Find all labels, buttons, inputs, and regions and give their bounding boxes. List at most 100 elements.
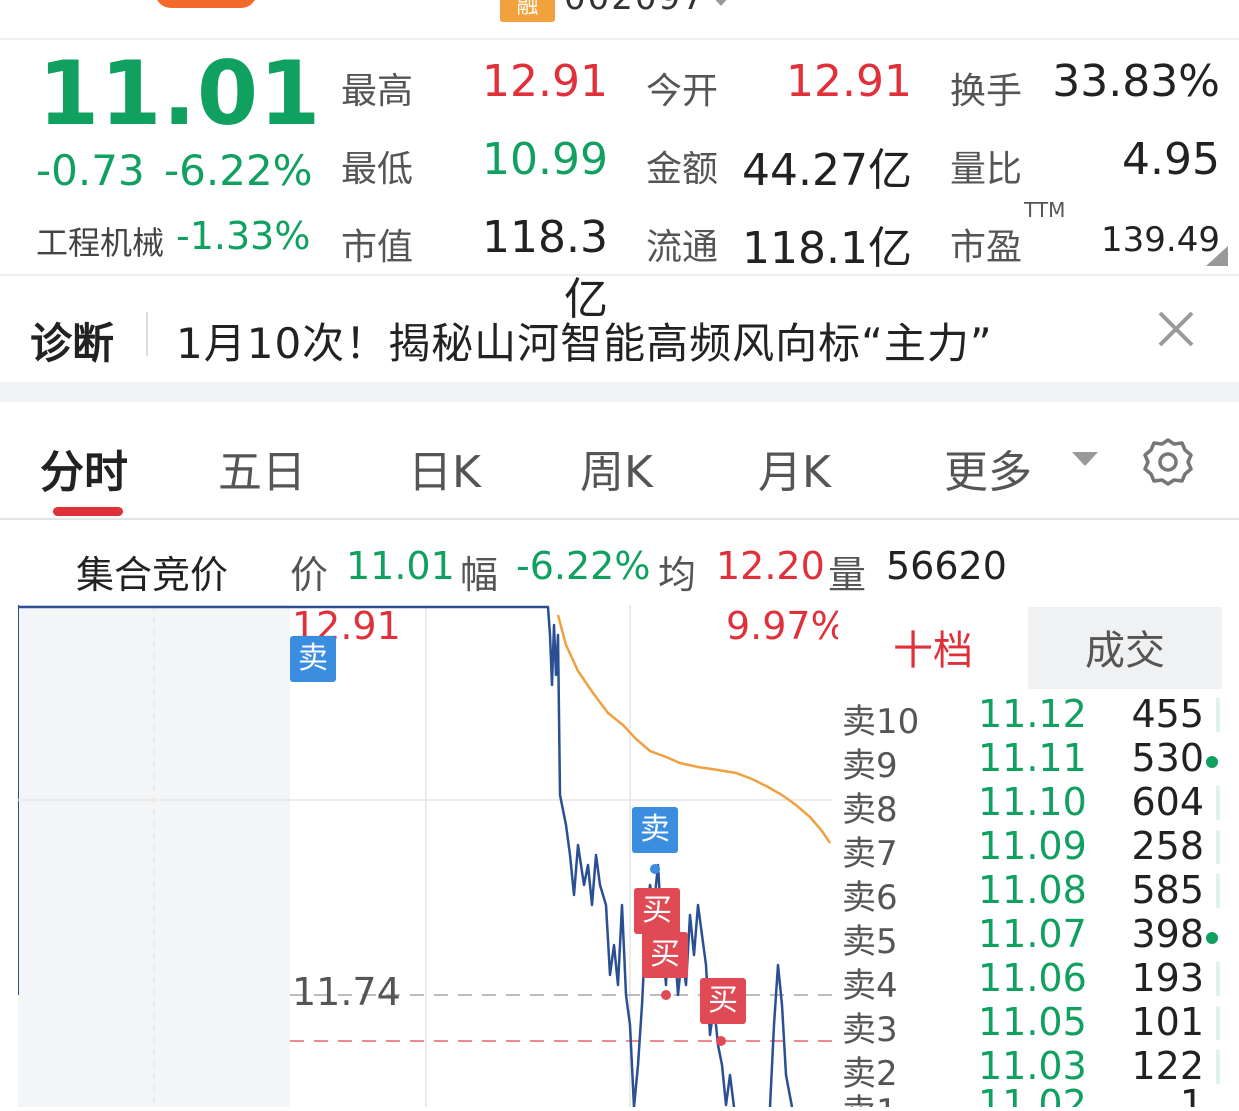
level-volume: 258	[1131, 824, 1204, 868]
open-label: 今开	[646, 71, 719, 112]
sell-point	[650, 864, 660, 874]
volume-bar	[1216, 1050, 1220, 1084]
level-price: 11.10	[978, 780, 1087, 824]
active-tab-indicator	[53, 507, 123, 516]
amount-label: 金额	[646, 149, 719, 190]
buy-marker[interactable]: 买	[634, 888, 680, 934]
info-price-label: 价	[290, 553, 329, 597]
level-volume: 398	[1131, 912, 1204, 956]
level-volume: 101	[1131, 1000, 1204, 1044]
level-price: 11.09	[978, 824, 1087, 868]
orderbook-row: 卖10 11.12 455	[838, 692, 1238, 742]
stock-code[interactable]: 002097	[564, 0, 706, 18]
buy-point	[716, 1036, 726, 1046]
level-price: 11.03	[978, 1044, 1087, 1088]
level-volume: 530	[1131, 736, 1204, 780]
level-label: 卖5	[842, 922, 898, 962]
tab-daily-k[interactable]: 日K	[408, 436, 481, 500]
orderbook-row: 卖4 11.06 193	[838, 956, 1238, 1006]
info-range-label: 幅	[460, 553, 499, 597]
level-price: 11.11	[978, 736, 1087, 780]
level-price: 11.02	[978, 1084, 1087, 1107]
level-label: 卖8	[842, 790, 898, 830]
level-price: 11.06	[978, 956, 1087, 1000]
tab-intraday[interactable]: 分时	[40, 436, 128, 500]
gear-icon[interactable]	[1142, 436, 1194, 488]
level-volume: 604	[1131, 780, 1204, 824]
orderbook-row: 卖9 11.11 530	[838, 736, 1238, 786]
high-value: 12.91	[482, 56, 608, 107]
tab-ten-level[interactable]: 十档	[838, 607, 1028, 689]
level-price: 11.08	[978, 868, 1087, 912]
buy-point	[661, 990, 671, 1000]
tab-trades[interactable]: 成交	[1028, 607, 1222, 689]
buy-marker[interactable]: 买	[642, 932, 688, 978]
buy-marker[interactable]: 买	[700, 978, 746, 1024]
float-cap-value: 118.1亿	[742, 223, 912, 274]
chevron-down-icon[interactable]	[1072, 452, 1098, 466]
level-label: 卖4	[842, 966, 898, 1006]
sell-marker[interactable]: 卖	[632, 807, 678, 853]
sector-change[interactable]: -1.33%	[176, 214, 310, 258]
level-volume: 455	[1131, 692, 1204, 736]
high-label: 最高	[341, 71, 414, 112]
tab-five-day[interactable]: 五日	[218, 436, 306, 500]
level-label: 卖6	[842, 878, 898, 918]
level-label: 卖7	[842, 834, 898, 874]
info-range-value: -6.22%	[516, 544, 651, 588]
level-price: 11.07	[978, 912, 1087, 956]
pe-label: 市盈	[950, 227, 1023, 268]
top-tab-indicator[interactable]	[155, 0, 257, 8]
divider	[146, 312, 148, 356]
chart-max-percent: 9.97%	[726, 604, 847, 648]
level-volume: 1	[1179, 1084, 1204, 1107]
info-avg-value: 12.20	[716, 544, 825, 588]
info-volume-label: 量	[828, 553, 867, 597]
volume-bar	[1216, 1006, 1220, 1040]
volume-ratio-label: 量比	[950, 149, 1023, 190]
volume-bar	[1216, 786, 1220, 820]
level-label: 卖10	[842, 702, 920, 742]
sector-name[interactable]: 工程机械	[36, 218, 164, 264]
current-price: 11.01	[38, 42, 322, 145]
low-value: 10.99	[482, 134, 608, 185]
pe-value: 139.49	[1101, 220, 1220, 260]
chart-prev-close-price: 11.74	[292, 970, 401, 1014]
expand-corner-icon[interactable]	[1206, 246, 1228, 266]
ttm-label: TTM	[1024, 198, 1066, 222]
level-volume: 585	[1131, 868, 1204, 912]
level-price: 11.05	[978, 1000, 1087, 1044]
float-cap-label: 流通	[646, 227, 719, 268]
volume-ratio-value: 4.95	[1122, 134, 1220, 185]
order-dot-icon	[1206, 756, 1218, 768]
tab-monthly-k[interactable]: 月K	[758, 436, 831, 500]
orderbook-row: 卖3 11.05 101	[838, 1000, 1238, 1050]
turnover-label: 换手	[950, 71, 1023, 112]
tab-weekly-k[interactable]: 周K	[580, 436, 653, 500]
order-dot-icon	[1206, 932, 1218, 944]
volume-bar	[1216, 874, 1220, 908]
volume-bar	[1216, 698, 1220, 732]
margin-badge: 融	[500, 0, 555, 22]
level-volume: 122	[1131, 1044, 1204, 1088]
tab-more[interactable]: 更多	[944, 436, 1032, 500]
info-price-value: 11.01	[346, 544, 455, 588]
info-volume-value: 56620	[886, 544, 1007, 588]
level-label: 卖1	[842, 1084, 898, 1107]
level-label: 卖9	[842, 746, 898, 786]
orderbook-row: 卖7 11.09 258	[838, 824, 1238, 874]
level-price: 11.12	[978, 692, 1087, 736]
info-avg-label: 均	[658, 553, 697, 597]
chevron-down-icon[interactable]	[710, 0, 732, 6]
level-volume: 193	[1131, 956, 1204, 1000]
low-label: 最低	[341, 149, 414, 190]
price-change-percent: -6.22%	[164, 146, 313, 195]
intraday-chart[interactable]	[17, 605, 833, 1109]
volume-bar	[1216, 962, 1220, 996]
sell-marker[interactable]: 卖	[290, 636, 336, 682]
level-label: 卖3	[842, 1010, 898, 1050]
divider	[0, 518, 1239, 520]
close-icon[interactable]	[1152, 305, 1200, 353]
orderbook-row: 卖5 11.07 398	[838, 912, 1238, 962]
news-headline[interactable]: 1月10次！揭秘山河智能高频风向标“主力”	[176, 310, 993, 371]
